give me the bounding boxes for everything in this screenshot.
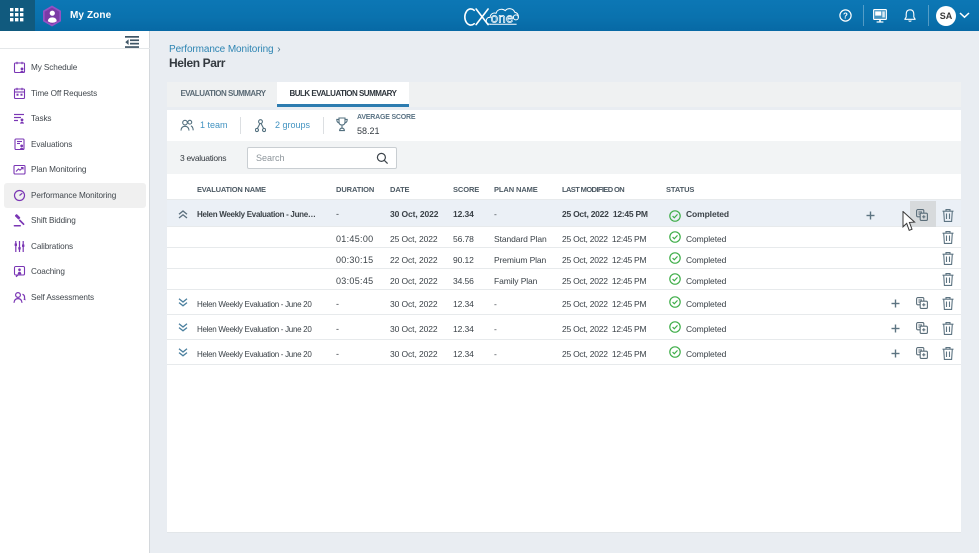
svg-text:one: one (491, 11, 514, 26)
svg-text:?: ? (843, 11, 848, 20)
